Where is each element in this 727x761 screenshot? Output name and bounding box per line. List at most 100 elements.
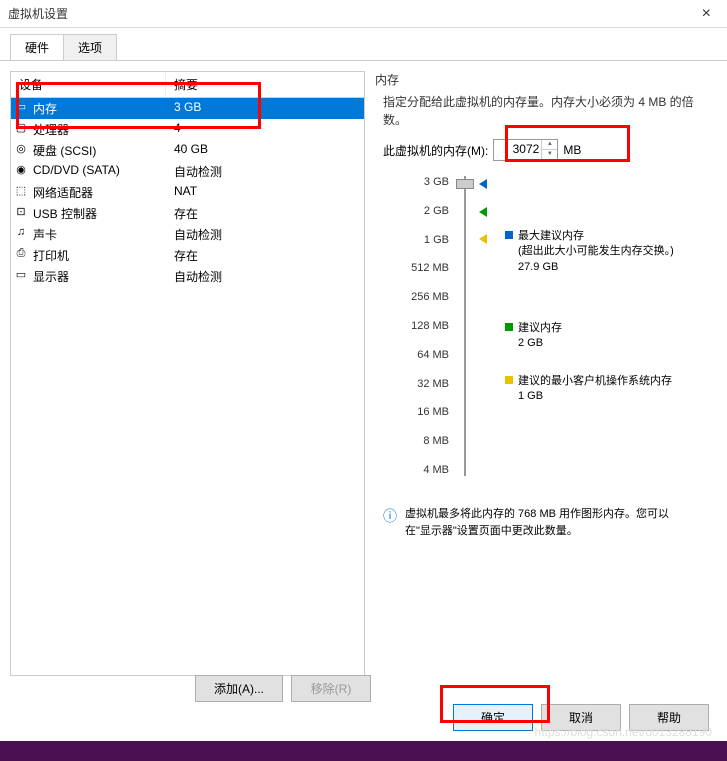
info-icon: ⓘ — [383, 506, 397, 539]
square-green-icon — [505, 323, 513, 331]
list-item[interactable]: ◉CD/DVD (SATA)自动检测 — [11, 161, 364, 182]
spin-down-icon[interactable]: ▼ — [542, 150, 557, 160]
memory-value: 3072 — [513, 142, 540, 156]
list-item[interactable]: ▭内存3 GB — [11, 98, 364, 119]
close-icon[interactable]: × — [694, 5, 719, 23]
spin-up-icon[interactable]: ▲ — [542, 140, 557, 150]
square-yellow-icon — [505, 376, 513, 384]
slider-tick: 64 MB — [405, 349, 449, 361]
max-value: 27.9 GB — [518, 260, 674, 275]
device-value: 存在 — [166, 205, 364, 222]
ok-button[interactable]: 确定 — [453, 704, 533, 731]
memory-unit: MB — [563, 143, 581, 157]
device-value: NAT — [166, 184, 364, 201]
slider-tick: 256 MB — [405, 291, 449, 303]
marker-tri-green — [479, 206, 487, 217]
memory-group-label: 内存 — [375, 71, 695, 88]
device-name: USB 控制器 — [31, 205, 166, 222]
max-label: 最大建议内存 — [518, 229, 674, 244]
triangle-blue-icon — [479, 179, 487, 189]
slider-track[interactable] — [455, 176, 475, 476]
marker-min: 建议的最小客户机操作系统内存 1 GB — [505, 374, 672, 405]
device-icon: ◎ — [11, 142, 31, 159]
memory-spinner[interactable]: 3072 ▲ ▼ — [493, 139, 558, 161]
tab-hardware[interactable]: 硬件 — [10, 34, 64, 60]
marker-tri-yellow — [479, 233, 487, 244]
list-item[interactable]: ♫声卡自动检测 — [11, 224, 364, 245]
col-header-summary[interactable]: 摘要 — [166, 72, 364, 97]
device-list: ▭内存3 GB▢处理器4◎硬盘 (SCSI)40 GB◉CD/DVD (SATA… — [11, 98, 364, 287]
device-name: 处理器 — [31, 121, 166, 138]
device-name: 打印机 — [31, 247, 166, 264]
device-name: CD/DVD (SATA) — [31, 163, 166, 180]
device-icon: ◉ — [11, 163, 31, 180]
watermark: https://blog.csdn.net/u013288190 — [535, 725, 712, 739]
marker-max-text: 最大建议内存 (超出此大小可能发生内存交换。) 27.9 GB — [518, 229, 674, 275]
memory-field-label: 此虚拟机的内存(M): — [383, 142, 488, 159]
device-value: 自动检测 — [166, 226, 364, 243]
min-label: 建议的最小客户机操作系统内存 — [518, 374, 672, 389]
min-value: 1 GB — [518, 389, 672, 404]
slider-tick: 16 MB — [405, 406, 449, 418]
slider-tick: 2 GB — [405, 205, 449, 217]
device-value: 自动检测 — [166, 268, 364, 285]
marker-tri-blue — [479, 178, 487, 189]
slider-tick: 4 MB — [405, 464, 449, 476]
marker-rec: 建议内存 2 GB — [505, 321, 562, 352]
spinner-buttons: ▲ ▼ — [541, 140, 557, 160]
device-value: 存在 — [166, 247, 364, 264]
slider-tick: 1 GB — [405, 234, 449, 246]
device-value: 40 GB — [166, 142, 364, 159]
titlebar: 虚拟机设置 × — [0, 0, 727, 28]
info-note: ⓘ 虚拟机最多将此内存的 768 MB 用作图形内存。您可以在"显示器"设置页面… — [375, 506, 695, 539]
device-name: 网络适配器 — [31, 184, 166, 201]
memory-slider-area: 3 GB 2 GB 1 GB 512 MB 256 MB 128 MB 64 MB 32 MB… — [375, 176, 695, 476]
device-icon: ⬚ — [11, 184, 31, 201]
add-button[interactable]: 添加(A)... — [195, 675, 283, 702]
remove-button: 移除(R) — [291, 675, 371, 702]
device-icon: ♫ — [11, 226, 31, 243]
slider-tick: 8 MB — [405, 435, 449, 447]
settings-panel: 内存 指定分配给此虚拟机的内存量。内存大小必须为 4 MB 的倍数。 此虚拟机的… — [375, 71, 695, 676]
square-blue-icon — [505, 231, 513, 239]
marker-max: 最大建议内存 (超出此大小可能发生内存交换。) 27.9 GB — [505, 229, 674, 275]
tab-options[interactable]: 选项 — [63, 34, 117, 60]
slider-tick: 32 MB — [405, 378, 449, 390]
triangle-yellow-icon — [479, 234, 487, 244]
device-value: 3 GB — [166, 100, 364, 117]
device-icon: ⎙ — [11, 247, 31, 264]
slider-thumb[interactable] — [456, 179, 474, 189]
list-item[interactable]: ⬚网络适配器NAT — [11, 182, 364, 203]
list-item[interactable]: ▢处理器4 — [11, 119, 364, 140]
device-name: 声卡 — [31, 226, 166, 243]
device-value: 自动检测 — [166, 163, 364, 180]
slider-tick: 512 MB — [405, 262, 449, 274]
marker-rec-text: 建议内存 2 GB — [518, 321, 562, 352]
device-icon: ▢ — [11, 121, 31, 138]
list-item[interactable]: ◎硬盘 (SCSI)40 GB — [11, 140, 364, 161]
info-note-text: 虚拟机最多将此内存的 768 MB 用作图形内存。您可以在"显示器"设置页面中更… — [405, 506, 687, 539]
rec-label: 建议内存 — [518, 321, 562, 336]
memory-description: 指定分配给此虚拟机的内存量。内存大小必须为 4 MB 的倍数。 — [375, 93, 695, 129]
list-action-buttons: 添加(A)... 移除(R) — [195, 675, 371, 702]
list-item[interactable]: ⎙打印机存在 — [11, 245, 364, 266]
triangle-green-icon — [479, 207, 487, 217]
device-icon: ⊡ — [11, 205, 31, 222]
col-header-device[interactable]: 设备 — [11, 72, 166, 97]
memory-input-row: 此虚拟机的内存(M): 3072 ▲ ▼ MB — [375, 139, 695, 161]
list-item[interactable]: ⊡USB 控制器存在 — [11, 203, 364, 224]
list-item[interactable]: ▭显示器自动检测 — [11, 266, 364, 287]
slider-tick: 3 GB — [405, 176, 449, 188]
device-name: 内存 — [31, 100, 166, 117]
tab-bar: 硬件 选项 — [0, 28, 727, 61]
device-list-panel: 设备 摘要 ▭内存3 GB▢处理器4◎硬盘 (SCSI)40 GB◉CD/DVD… — [10, 71, 365, 676]
max-note: (超出此大小可能发生内存交换。) — [518, 244, 674, 259]
device-name: 硬盘 (SCSI) — [31, 142, 166, 159]
slider-tick: 128 MB — [405, 320, 449, 332]
device-icon: ▭ — [11, 100, 31, 117]
slider-tick-labels: 3 GB 2 GB 1 GB 512 MB 256 MB 128 MB 64 MB 32 MB… — [405, 176, 455, 476]
marker-min-text: 建议的最小客户机操作系统内存 1 GB — [518, 374, 672, 405]
device-icon: ▭ — [11, 268, 31, 285]
slider-markers: 最大建议内存 (超出此大小可能发生内存交换。) 27.9 GB 建议内存 2 G… — [475, 176, 695, 476]
list-header: 设备 摘要 — [11, 72, 364, 98]
